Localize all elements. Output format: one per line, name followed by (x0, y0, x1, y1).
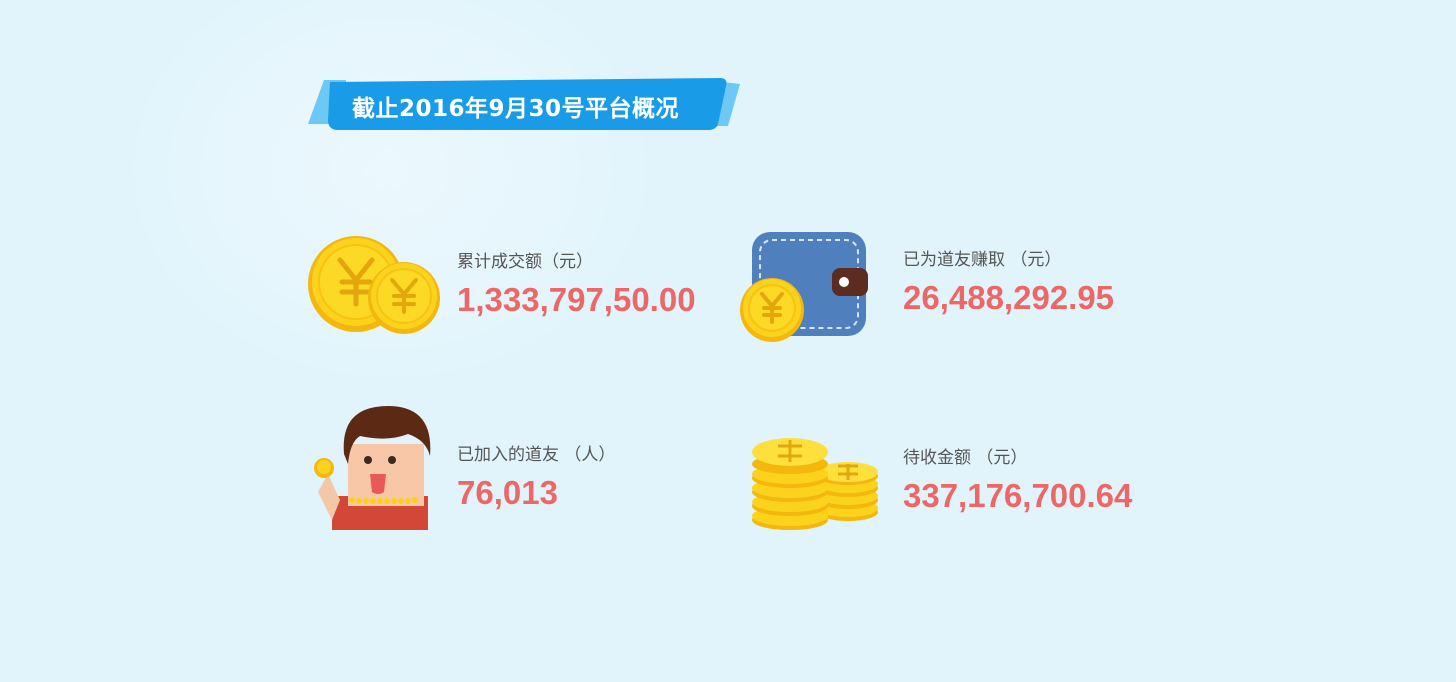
stat-value: 337,176,700.64 (903, 477, 1133, 514)
person-with-coin-icon (308, 404, 438, 534)
stat-value: 1,333,797,50.00 (457, 281, 696, 318)
stat-value: 26,488,292.95 (903, 279, 1115, 316)
stat-label: 已加入的道友 （人） (457, 445, 616, 465)
banner-title: 截止2016年9月30号平台概况 (352, 96, 680, 122)
yuan-coins-icon (308, 234, 442, 342)
coin-stacks-icon (748, 434, 882, 536)
stat-value: 76,013 (457, 474, 558, 511)
wallet-icon (740, 230, 872, 348)
stat-label: 累计成交额（元） (457, 252, 593, 272)
stat-label: 待收金额 （元） (903, 448, 1028, 468)
section-banner: 截止2016年9月30号平台概况 (308, 78, 742, 132)
stat-label: 已为道友赚取 （元） (903, 250, 1062, 270)
